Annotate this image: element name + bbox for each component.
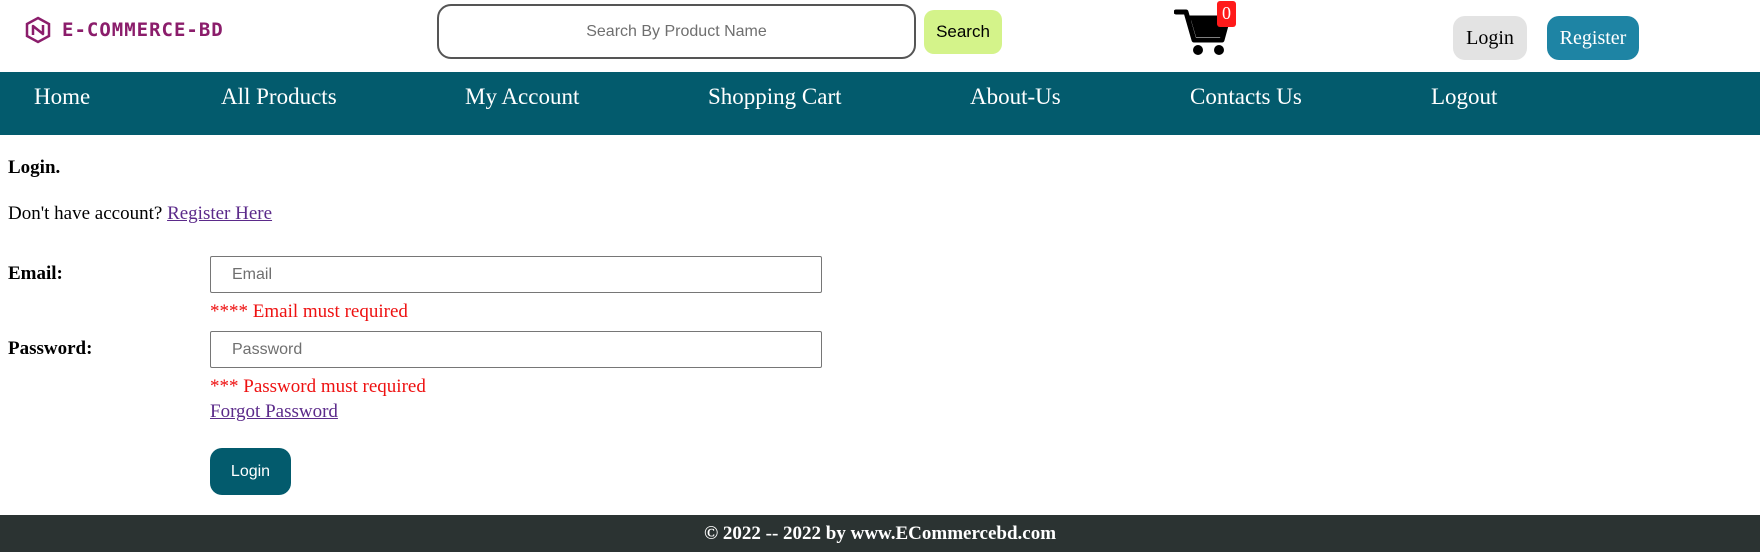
email-field[interactable]	[210, 256, 822, 293]
search-button[interactable]: Search	[924, 10, 1002, 54]
header-login-button[interactable]: Login	[1453, 16, 1527, 60]
email-error-message: **** Email must required	[210, 301, 408, 322]
nav-item-logout[interactable]: Logout	[1431, 84, 1497, 110]
no-account-text: Don't have account? Register Here	[8, 203, 272, 225]
email-label: Email:	[8, 263, 63, 284]
nav-item-contacts-us[interactable]: Contacts Us	[1190, 84, 1302, 110]
shopping-cart-button[interactable]: 0	[1174, 1, 1236, 56]
nav-item-about-us[interactable]: About-Us	[970, 84, 1061, 110]
logo-icon	[24, 16, 52, 44]
nav-item-all-products[interactable]: All Products	[221, 84, 337, 110]
forgot-password-link[interactable]: Forgot Password	[210, 401, 338, 423]
cart-count-badge: 0	[1217, 1, 1236, 27]
nav-item-home[interactable]: Home	[34, 84, 90, 110]
nav-item-shopping-cart[interactable]: Shopping Cart	[708, 84, 842, 110]
logo-text: E-COMMERCE-BD	[62, 19, 224, 41]
footer-copyright: © 2022 -- 2022 by www.ECommercebd.com	[703, 523, 1057, 544]
nav-item-my-account[interactable]: My Account	[465, 84, 579, 110]
password-error-message: *** Password must required	[210, 376, 426, 397]
no-account-label: Don't have account?	[8, 203, 168, 224]
site-footer: © 2022 -- 2022 by www.ECommercebd.com	[0, 515, 1760, 552]
password-label: Password:	[8, 338, 93, 359]
login-submit-button[interactable]: Login	[210, 448, 291, 495]
register-here-link[interactable]: Register Here	[167, 203, 272, 224]
login-title: Login.	[8, 157, 61, 178]
site-logo[interactable]: E-COMMERCE-BD	[24, 16, 224, 44]
site-header: E-COMMERCE-BD Search 0 Login Register	[0, 0, 1760, 72]
search-input[interactable]	[437, 4, 916, 59]
main-nav: Home All Products My Account Shopping Ca…	[0, 72, 1760, 135]
header-register-button[interactable]: Register	[1547, 16, 1639, 60]
password-field[interactable]	[210, 331, 822, 368]
